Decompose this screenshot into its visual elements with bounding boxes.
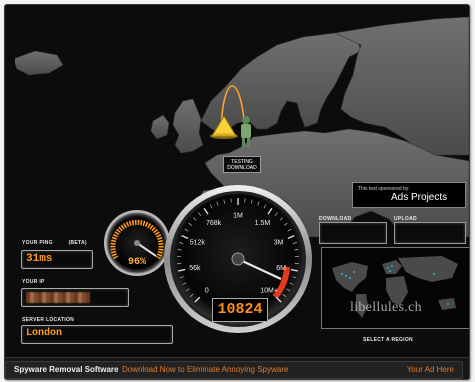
ip-field bbox=[21, 288, 129, 307]
ad-title[interactable]: Spyware Removal Software bbox=[14, 365, 118, 374]
speedometer-tick-label: 768k bbox=[206, 220, 222, 227]
ping-field: 31ms bbox=[21, 250, 93, 269]
ad-subtitle[interactable]: Download Now to Eliminate Annoying Spywa… bbox=[122, 365, 288, 374]
ping-label: YOUR PING (beta) bbox=[22, 240, 87, 246]
world-region-map[interactable] bbox=[321, 247, 470, 329]
testing-download-button[interactable]: TESTING DOWNLOAD bbox=[223, 156, 261, 173]
person-icon bbox=[241, 116, 251, 147]
download-field bbox=[319, 222, 387, 244]
select-region-label: SELECT A REGION bbox=[363, 337, 413, 343]
server-location-label: SERVER LOCATION bbox=[22, 317, 75, 323]
ping-value: 31ms bbox=[26, 253, 53, 265]
watermark-text: libellules.ch bbox=[350, 300, 422, 315]
speedometer-tick-label: 1M bbox=[233, 213, 243, 220]
ping-beta-label: (beta) bbox=[68, 240, 87, 246]
speedometer-tick-label: 1.5M bbox=[255, 220, 271, 227]
download-label: DOWNLOAD bbox=[227, 165, 257, 171]
speedometer-tick-label: 0 bbox=[205, 288, 209, 295]
speedometer-tick-label: 3M bbox=[274, 240, 284, 247]
server-location-field[interactable]: London bbox=[21, 325, 173, 344]
upload-field bbox=[394, 222, 466, 244]
bottom-ad-bar: Spyware Removal Software Download Now to… bbox=[5, 357, 469, 379]
speed-readout: 10824 bbox=[212, 298, 268, 322]
speedometer-tick-label: 512k bbox=[190, 240, 206, 247]
ip-blurred-value bbox=[26, 292, 90, 303]
speedometer-tick-label: 10M+ bbox=[260, 288, 278, 295]
server-location-value: London bbox=[26, 328, 63, 339]
sponsor-name: Ads Projects bbox=[391, 192, 448, 203]
ip-label: YOUR IP bbox=[22, 279, 45, 285]
speedometer-tick-label: 6M bbox=[276, 265, 286, 272]
speedtest-frame: TESTING DOWNLOAD This test sponsored by:… bbox=[4, 4, 470, 380]
speedometer-tick-label: 56k bbox=[189, 265, 201, 272]
ping-gauge-percent: 96% bbox=[128, 257, 147, 268]
your-ad-here-link[interactable]: Your Ad Here bbox=[407, 365, 454, 374]
ad-strip[interactable]: Spyware Removal Software Download Now to… bbox=[5, 361, 463, 379]
app-root: TESTING DOWNLOAD This test sponsored by:… bbox=[0, 0, 475, 382]
sponsor-box[interactable]: This test sponsored by: Ads Projects bbox=[352, 182, 466, 208]
